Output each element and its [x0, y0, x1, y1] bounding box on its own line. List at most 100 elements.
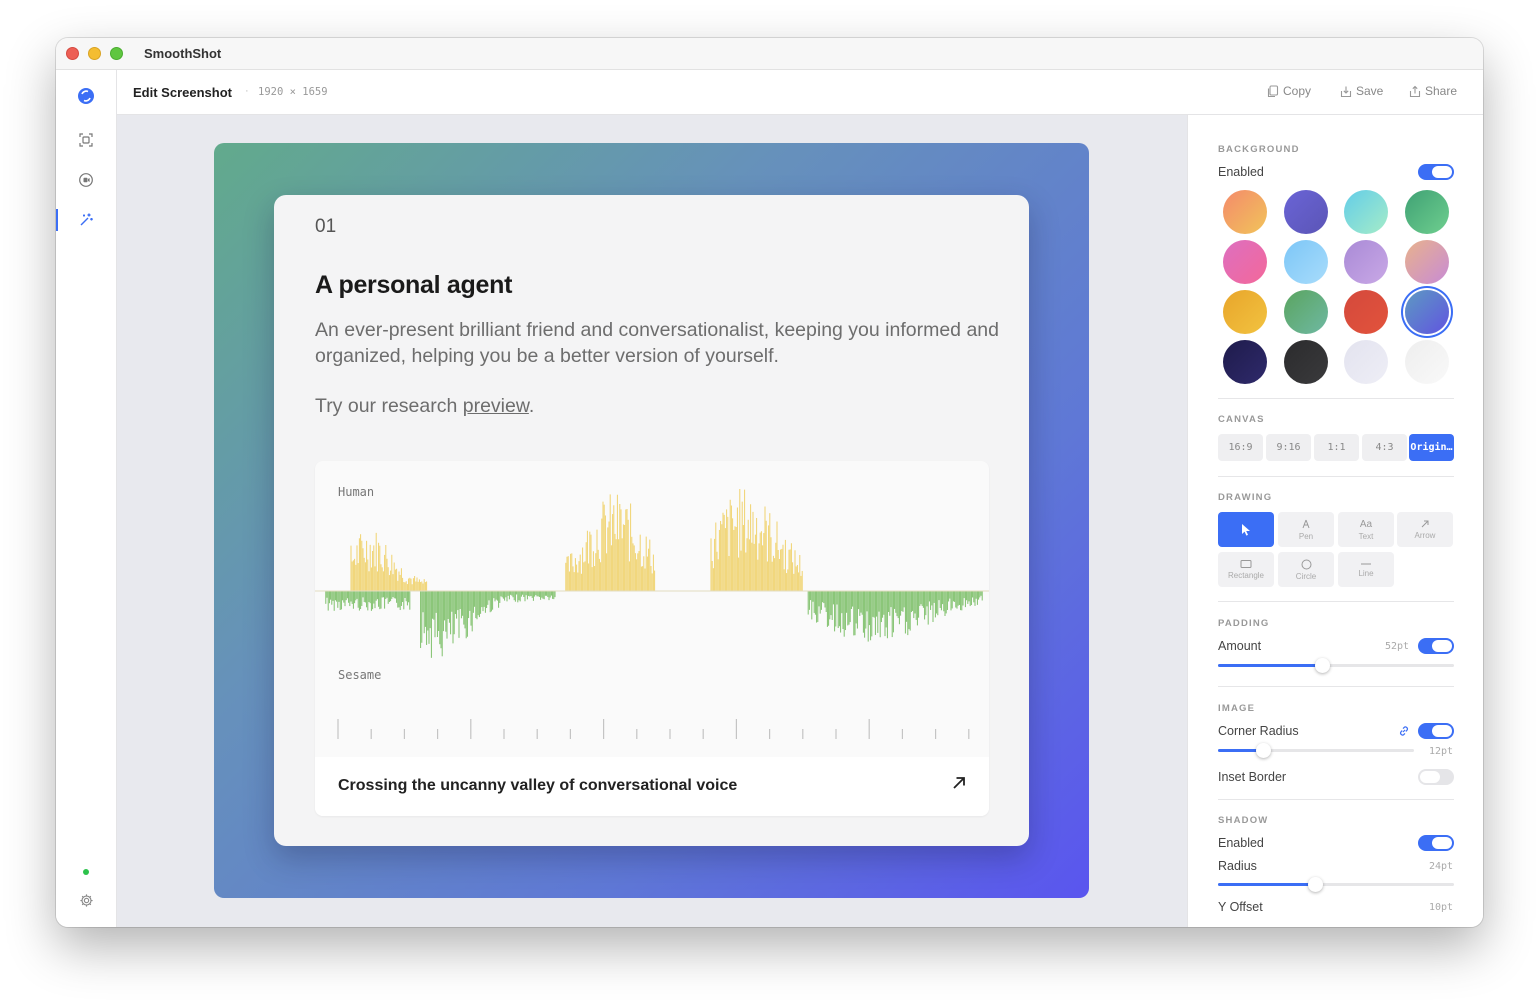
- sidebar: [56, 70, 117, 927]
- background-enabled-toggle[interactable]: [1418, 164, 1454, 180]
- image-dimensions: 1920 × 1659: [258, 86, 328, 98]
- try-suffix: .: [528, 395, 535, 417]
- corner-radius-label: Corner Radius: [1218, 724, 1299, 738]
- tool-line[interactable]: Line: [1338, 552, 1394, 587]
- slider-knob[interactable]: [1314, 658, 1330, 673]
- canvas-original-button[interactable]: Origin…: [1409, 434, 1454, 461]
- shadow-section-title: SHADOW: [1218, 815, 1269, 826]
- waveform-footer[interactable]: Crossing the uncanny valley of conversat…: [315, 757, 989, 816]
- background-swatch[interactable]: [1404, 240, 1449, 284]
- background-swatch[interactable]: [1404, 290, 1449, 334]
- divider: [1218, 601, 1454, 602]
- copy-label: Copy: [1283, 84, 1312, 98]
- tool-arrow-label: Arrow: [1414, 531, 1436, 540]
- tool-circle[interactable]: Circle: [1278, 552, 1334, 587]
- background-swatch[interactable]: [1223, 290, 1267, 334]
- preview-link[interactable]: preview: [463, 395, 529, 417]
- copy-icon: [1267, 84, 1279, 97]
- background-section-title: BACKGROUND: [1218, 144, 1300, 155]
- save-button[interactable]: Save: [1340, 84, 1383, 98]
- padding-amount-label: Amount: [1218, 639, 1262, 653]
- slider-knob[interactable]: [1256, 743, 1272, 758]
- minimize-window-button[interactable]: [88, 47, 101, 60]
- canvas-16-9-button[interactable]: 16:9: [1218, 434, 1263, 461]
- shadow-radius-slider[interactable]: [1218, 877, 1454, 892]
- divider: [1218, 799, 1454, 800]
- divider: [1218, 476, 1454, 477]
- tool-arrow[interactable]: Arrow: [1397, 512, 1453, 547]
- canvas-9-16-button[interactable]: 9:16: [1266, 434, 1311, 461]
- rectangle-icon: [1240, 560, 1252, 568]
- slider-fill: [1218, 883, 1315, 886]
- shadow-yoffset-value: 10pt: [1429, 902, 1454, 913]
- pen-icon: [1302, 519, 1310, 528]
- image-section-title: IMAGE: [1218, 703, 1256, 714]
- background-swatch[interactable]: [1404, 340, 1449, 384]
- corner-radius-slider[interactable]: [1218, 743, 1414, 758]
- share-button[interactable]: Share: [1409, 84, 1457, 98]
- editor-canvas[interactable]: 01 A personal agent An ever-present bril…: [117, 115, 1187, 927]
- link-icon[interactable]: [1398, 725, 1410, 737]
- card-number: 01: [315, 216, 337, 237]
- copy-button[interactable]: Copy: [1267, 84, 1311, 98]
- card-body: An ever-present brilliant friend and con…: [315, 319, 999, 367]
- slider-fill: [1218, 664, 1322, 667]
- tool-pen[interactable]: Pen: [1278, 512, 1334, 547]
- background-frame[interactable]: 01 A personal agent An ever-present bril…: [214, 143, 1089, 898]
- background-swatch[interactable]: [1283, 290, 1328, 334]
- background-swatch[interactable]: [1283, 240, 1328, 284]
- line-icon: [1361, 563, 1371, 565]
- background-swatch[interactable]: [1344, 340, 1388, 384]
- magic-wand-icon[interactable]: [75, 209, 97, 231]
- tool-rectangle[interactable]: Rectangle: [1218, 552, 1274, 587]
- share-icon: [1409, 85, 1421, 97]
- shadow-radius-label: Radius: [1218, 859, 1257, 873]
- drawing-section-title: DRAWING: [1218, 492, 1273, 503]
- divider: [1218, 686, 1454, 687]
- tool-text[interactable]: Aa Text: [1338, 512, 1394, 547]
- circle-icon: [1301, 559, 1311, 569]
- background-swatch[interactable]: [1223, 340, 1267, 384]
- padding-amount-value: 52pt: [1385, 641, 1410, 652]
- shadow-yoffset-label: Y Offset: [1218, 900, 1263, 914]
- close-window-button[interactable]: [66, 47, 79, 60]
- divider: [1218, 398, 1454, 399]
- card-title: A personal agent: [315, 271, 513, 299]
- background-enabled-label: Enabled: [1218, 165, 1264, 179]
- waveform-caption: Crossing the uncanny valley of conversat…: [338, 777, 738, 794]
- tool-circle-label: Circle: [1295, 571, 1317, 581]
- title-bar: SmoothShot: [56, 38, 1483, 70]
- background-swatch[interactable]: [1344, 290, 1388, 334]
- tool-line-label: Line: [1358, 569, 1374, 578]
- corner-radius-value: 12pt: [1429, 746, 1454, 757]
- inset-border-toggle[interactable]: [1418, 769, 1454, 785]
- waveform-graphic: [315, 488, 989, 739]
- corner-radius-toggle[interactable]: [1418, 723, 1454, 739]
- zoom-window-button[interactable]: [110, 47, 123, 60]
- arrow-up-right-icon[interactable]: [951, 775, 967, 791]
- save-icon: [1340, 86, 1352, 97]
- padding-slider[interactable]: [1218, 658, 1454, 673]
- tool-select[interactable]: [1218, 512, 1274, 547]
- padding-enabled-toggle[interactable]: [1418, 638, 1454, 654]
- gear-icon[interactable]: [75, 889, 97, 911]
- screenshot-icon[interactable]: [75, 129, 97, 151]
- record-icon[interactable]: [75, 169, 97, 191]
- screenshot-card[interactable]: 01 A personal agent An ever-present bril…: [274, 195, 1029, 846]
- background-swatch[interactable]: [1283, 190, 1328, 234]
- background-swatch[interactable]: [1344, 190, 1388, 234]
- canvas-1-1-button[interactable]: 1:1: [1314, 434, 1359, 461]
- app-logo-icon[interactable]: [75, 85, 97, 107]
- canvas-4-3-button[interactable]: 4:3: [1362, 434, 1407, 461]
- tool-pen-label: Pen: [1298, 531, 1314, 541]
- background-swatch[interactable]: [1223, 240, 1267, 284]
- background-swatch[interactable]: [1223, 190, 1267, 234]
- slider-knob[interactable]: [1307, 877, 1323, 892]
- background-swatch[interactable]: [1404, 190, 1449, 234]
- sidebar-active-indicator: [56, 209, 58, 231]
- background-swatch[interactable]: [1344, 240, 1388, 284]
- status-dot: [83, 869, 89, 875]
- tool-text-label: Text: [1358, 531, 1374, 541]
- background-swatch[interactable]: [1283, 340, 1328, 384]
- shadow-enabled-toggle[interactable]: [1418, 835, 1454, 851]
